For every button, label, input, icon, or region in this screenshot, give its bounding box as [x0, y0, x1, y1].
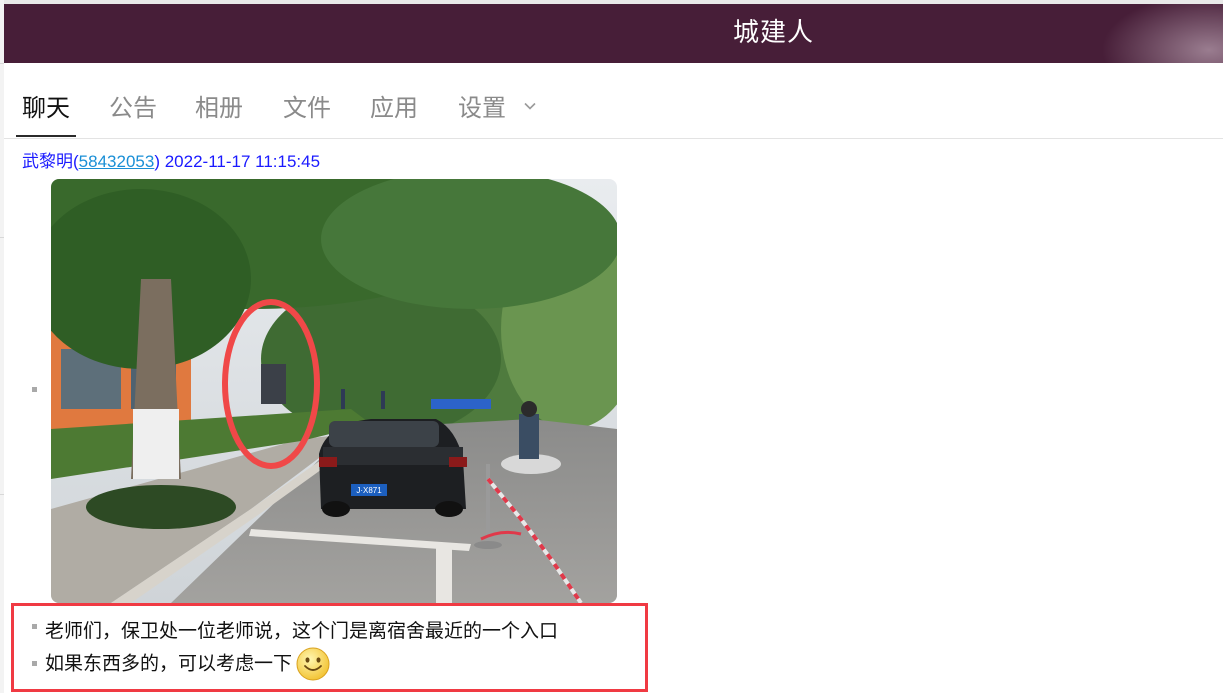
tab-settings-label: 设置 — [458, 94, 506, 122]
smile-emoji-icon — [296, 647, 330, 681]
list-bullet — [32, 661, 37, 666]
message-line-2: 如果东西多的，可以考虑一下 — [45, 652, 293, 675]
tab-announcements-label: 公告 — [109, 94, 157, 122]
sender-name[interactable]: 武黎明 — [22, 152, 73, 171]
sender-id-link[interactable]: 58432053 — [79, 152, 155, 171]
license-plate-text: J·X871 — [356, 486, 382, 495]
group-title: 城建人 — [732, 18, 814, 48]
tab-chat-label: 聊天 — [22, 94, 70, 122]
tab-album[interactable]: 相册 — [195, 63, 243, 137]
group-tab-bar: 聊天 公告 相册 文件 应用 设置 — [4, 63, 1223, 139]
message-line-1: 老师们，保卫处一位老师说，这个门是离宿舍最近的一个入口 — [45, 620, 559, 642]
tab-settings[interactable]: 设置 — [458, 63, 536, 137]
active-tab-indicator — [16, 135, 76, 137]
sender-id-close-paren: ) — [154, 152, 160, 171]
message-photo[interactable]: J·X871 — [51, 179, 617, 603]
tab-files[interactable]: 文件 — [283, 63, 331, 137]
tab-files-label: 文件 — [283, 94, 331, 122]
list-bullet — [32, 624, 37, 629]
chevron-down-icon — [524, 102, 536, 110]
message-header: 武黎明(58432053) 2022-11-17 11:15:45 — [22, 147, 320, 172]
tab-announcements[interactable]: 公告 — [109, 63, 157, 137]
group-title-bar[interactable]: 城建人 — [4, 4, 1223, 63]
tab-album-label: 相册 — [195, 94, 243, 122]
message-line-2-container: 如果东西多的，可以考虑一下 — [45, 647, 330, 681]
list-bullet — [32, 387, 37, 392]
photo-image: J·X871 — [51, 179, 617, 603]
tab-apps[interactable]: 应用 — [370, 63, 418, 137]
tab-apps-label: 应用 — [370, 94, 418, 122]
message-timestamp: 2022-11-17 11:15:45 — [164, 152, 321, 171]
tab-chat[interactable]: 聊天 — [16, 63, 76, 137]
